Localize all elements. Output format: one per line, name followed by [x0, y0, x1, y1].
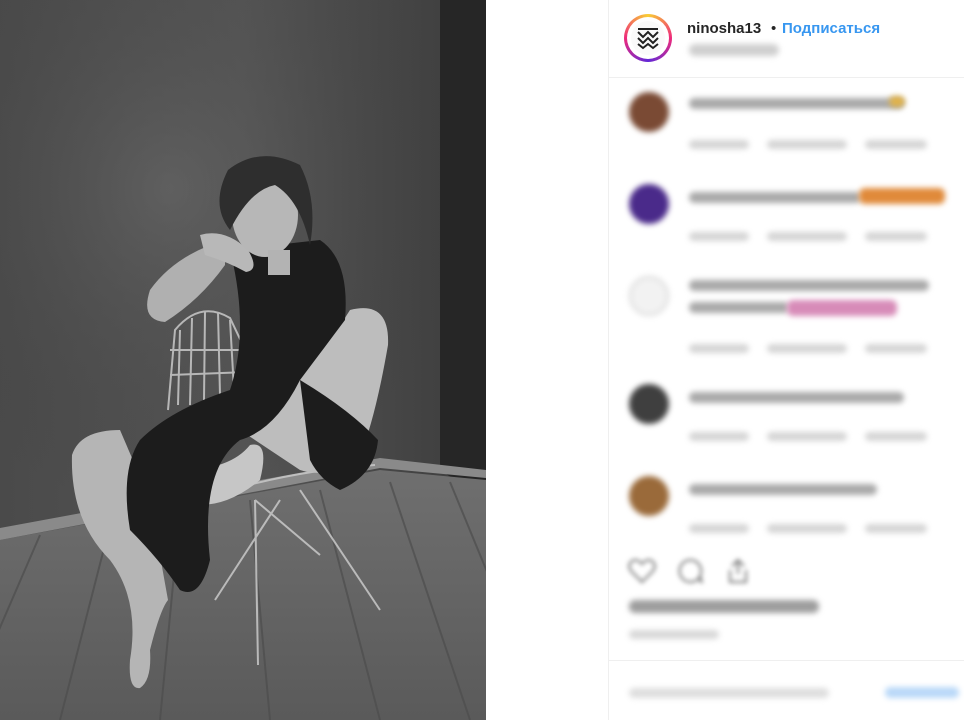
comment-meta-blurred [767, 232, 847, 241]
comment-meta-blurred [689, 344, 749, 353]
post-date-blurred [629, 630, 719, 639]
comment-meta-blurred [865, 432, 927, 441]
post-photo[interactable] [0, 0, 486, 720]
comment-item [609, 272, 964, 362]
comment-text-blurred [689, 484, 877, 495]
heart-icon[interactable] [627, 556, 657, 586]
comment-meta-blurred [767, 524, 847, 533]
post-header: ninosha13 • Подписаться [609, 0, 964, 78]
comment-text-blurred [689, 392, 904, 403]
avatar-border [627, 17, 669, 59]
follow-button[interactable]: Подписаться [782, 20, 880, 37]
photo-image [0, 0, 486, 720]
speech-bubble-icon[interactable] [675, 556, 705, 586]
comment-text-blurred [689, 98, 904, 109]
comment-avatar[interactable] [629, 184, 669, 224]
comment-meta-blurred [767, 140, 847, 149]
comment-avatar[interactable] [629, 384, 669, 424]
comment-text-blurred [689, 302, 789, 313]
comment-meta-blurred [865, 524, 927, 533]
comment-emoji-blurred [787, 300, 897, 316]
comment-emoji-blurred [859, 188, 945, 204]
comment-avatar[interactable] [629, 476, 669, 516]
comment-text-blurred [689, 280, 929, 291]
comment-meta-blurred [865, 344, 927, 353]
username-link[interactable]: ninosha13 [687, 20, 761, 37]
post-actions [609, 548, 964, 608]
comment-emoji-blurred [889, 96, 905, 107]
comment-item [609, 380, 964, 450]
brand-logo-icon [631, 21, 665, 55]
comment-meta-blurred [767, 344, 847, 353]
avatar[interactable] [624, 14, 672, 62]
comment-item [609, 180, 964, 250]
comment-meta-blurred [689, 140, 749, 149]
comment-avatar[interactable] [629, 276, 669, 316]
comment-item [609, 472, 964, 542]
comment-item [609, 88, 964, 158]
comment-meta-blurred [767, 432, 847, 441]
photo-gutter [486, 0, 608, 720]
post-sidebar: ninosha13 • Подписаться [608, 0, 964, 720]
comment-input-blurred[interactable] [629, 688, 829, 698]
comment-meta-blurred [865, 140, 927, 149]
share-icon[interactable] [723, 556, 753, 586]
comment-meta-blurred [689, 232, 749, 241]
separator-dot: • [771, 20, 777, 37]
location-text-blurred [689, 44, 779, 56]
comment-meta-blurred [689, 432, 749, 441]
likes-count-blurred [629, 600, 819, 613]
add-comment-box [609, 660, 964, 720]
comment-meta-blurred [865, 232, 927, 241]
comment-meta-blurred [689, 524, 749, 533]
comment-avatar[interactable] [629, 92, 669, 132]
publish-button-blurred[interactable] [885, 687, 959, 698]
comment-text-blurred [689, 192, 861, 203]
